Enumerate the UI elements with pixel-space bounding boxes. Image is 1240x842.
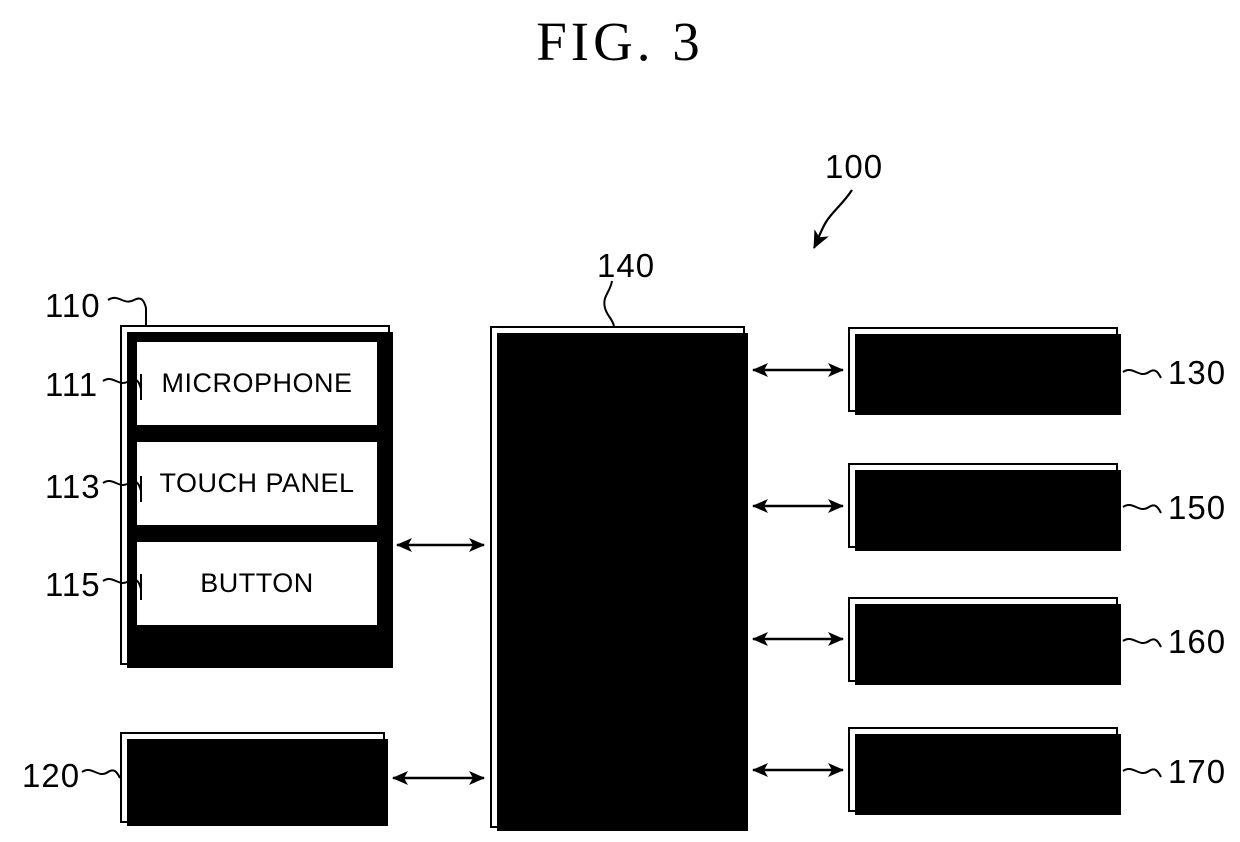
- speaker-block: SPEAKER: [848, 597, 1121, 685]
- leader-110: [107, 296, 147, 326]
- ref-160: 160: [1168, 623, 1227, 660]
- ref-113: 113: [45, 468, 101, 505]
- figure-title: FIG. 3: [536, 11, 704, 72]
- memory-block: MEMORY: [848, 327, 1121, 415]
- microphone-block: MICROPHONE: [135, 340, 379, 427]
- leader-130: [1122, 369, 1162, 379]
- speaker-label: SPEAKER: [917, 624, 1049, 655]
- ref-110: 110: [45, 287, 101, 324]
- ref-140: 140: [597, 247, 656, 284]
- patent-figure: FIG. 3 MICROPHONE TOUCH PANEL BUTTON COM…: [0, 0, 1240, 842]
- communication-interface-label: COMMUNICATION INTERFACE: [154, 749, 351, 805]
- processor-label: PROCESSOR: [528, 561, 707, 592]
- vertical-ellipsis-icon: [122, 633, 392, 666]
- sensor-block: SENSOR: [848, 727, 1121, 815]
- leader-170: [1122, 768, 1162, 778]
- ref-100: 100: [825, 148, 884, 185]
- ref-111: 111: [45, 366, 99, 403]
- ref-130: 130: [1168, 354, 1227, 391]
- ref-115: 115: [45, 566, 101, 603]
- button-label: BUTTON: [200, 568, 314, 599]
- touch-panel-block: TOUCH PANEL: [135, 440, 379, 527]
- touch-panel-label: TOUCH PANEL: [159, 468, 355, 499]
- sensor-label: SENSOR: [924, 754, 1042, 785]
- leader-100: [813, 189, 853, 249]
- leader-140: [603, 280, 615, 327]
- display-block: DISPLAY: [848, 463, 1121, 551]
- leader-160: [1122, 638, 1162, 648]
- communication-interface-block: COMMUNICATION INTERFACE: [120, 732, 388, 826]
- display-label: DISPLAY: [925, 490, 1041, 521]
- leader-120: [81, 769, 121, 779]
- input-group-block: MICROPHONE TOUCH PANEL BUTTON: [120, 325, 393, 668]
- ref-120: 120: [22, 757, 81, 794]
- button-block: BUTTON: [135, 540, 379, 627]
- ref-170: 170: [1168, 753, 1227, 790]
- memory-label: MEMORY: [920, 354, 1045, 385]
- leader-150: [1122, 504, 1162, 514]
- microphone-label: MICROPHONE: [161, 368, 353, 399]
- processor-block: PROCESSOR: [490, 326, 748, 831]
- ref-150: 150: [1168, 489, 1227, 526]
